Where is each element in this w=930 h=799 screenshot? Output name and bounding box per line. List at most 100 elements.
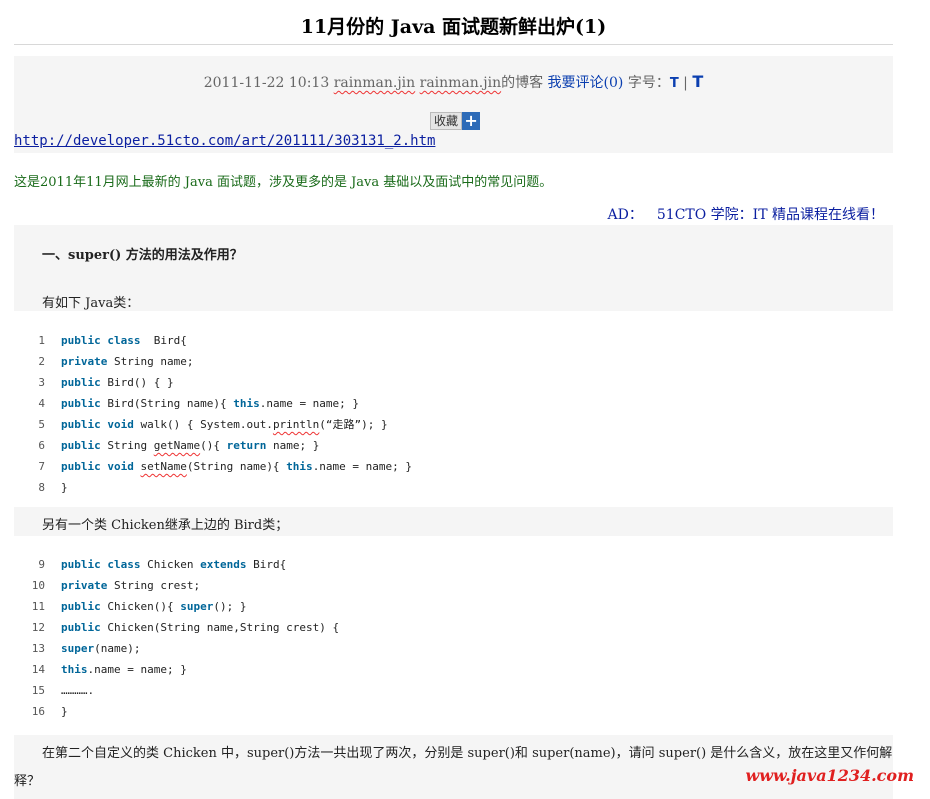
code-token: ………….: [61, 684, 95, 697]
collect-label: 收藏: [430, 112, 463, 130]
site-watermark: www.java1234.com: [745, 766, 914, 785]
line-number: 7: [38, 460, 45, 473]
code-token: (){: [200, 439, 227, 452]
code-line: 15 ………….: [14, 680, 94, 701]
code-token: (); }: [213, 600, 247, 613]
code-token: }: [61, 705, 68, 718]
page-title: 11月份的 Java 面试题新鲜出炉(1): [300, 16, 607, 38]
code-token: public class: [61, 334, 141, 347]
font-large-button[interactable]: T: [692, 72, 703, 91]
code-line: 4 public Bird(String name){ this.name = n…: [14, 393, 359, 414]
code-line: 2 private String name;: [14, 351, 193, 372]
code-line: 13 super(name);: [14, 638, 141, 659]
author-link[interactable]: rainman.jin: [334, 75, 415, 91]
code-token: (“走路”); }: [319, 418, 388, 431]
font-size-label: 字号：: [627, 75, 670, 91]
line-number: 14: [31, 663, 45, 676]
code-line: 11 public Chicken(){ super(); }: [14, 596, 247, 617]
code-line: 5 public void walk() { System.out.println…: [14, 414, 388, 435]
code-token: public: [61, 439, 101, 452]
code-token: Chicken(String name,String crest) {: [100, 621, 340, 634]
author-blog-link[interactable]: rainman.jin: [420, 75, 501, 91]
code-line: 6 public String getName(){ return name; }: [14, 435, 319, 456]
line-number: 13: [31, 642, 45, 655]
code-line: 8}: [14, 477, 68, 498]
code-token: extends: [200, 558, 247, 571]
code-line: 12 public Chicken(String name,String cres…: [14, 617, 339, 638]
line-number: 15: [31, 684, 45, 697]
article-intro: 这是2011年11月网上最新的 Java 面试题，涉及更多的是 Java 基础以…: [14, 175, 553, 190]
post-date: 2011-11-22 10:13: [203, 75, 330, 91]
code-token: name; }: [266, 439, 320, 452]
code-line: 9 public class Chicken extends Bird{: [14, 554, 286, 575]
code-token: Bird(String name){: [100, 397, 234, 410]
code-token: }: [61, 481, 68, 494]
line-number: 11: [31, 600, 45, 613]
line-number: 4: [38, 397, 45, 410]
code-token: public: [61, 397, 101, 410]
code-token: Bird{: [140, 334, 187, 347]
line-number: 8: [38, 481, 45, 494]
blog-suffix: 的博客: [501, 75, 544, 91]
article-meta-line: 2011-11-22 10:13 rainman.jin rainman.jin…: [14, 72, 893, 92]
code-token: Chicken: [140, 558, 201, 571]
code-token: (String name){: [186, 460, 287, 473]
code-line: 16}: [14, 701, 68, 722]
code-token: public: [61, 600, 101, 613]
ad-link[interactable]: 51CTO 学院：IT 精品课程在线看！: [657, 207, 884, 223]
code-token: public void: [61, 418, 134, 431]
section-heading-box: [14, 225, 893, 311]
collect-button[interactable]: 收藏 +: [430, 112, 481, 130]
font-separator: |: [683, 75, 688, 91]
ad-label: AD：: [607, 207, 643, 223]
line-number: 5: [38, 418, 45, 431]
code-token: public: [61, 621, 101, 634]
source-url-link[interactable]: http://developer.51cto.com/art/201111/30…: [14, 133, 435, 149]
code-token: return: [226, 439, 267, 452]
title-divider: [14, 44, 893, 45]
line-number: 6: [38, 439, 45, 452]
code-token: String: [100, 439, 154, 452]
code-token: public void: [61, 460, 134, 473]
code-token: this: [61, 663, 88, 676]
font-small-button[interactable]: T: [670, 76, 679, 91]
code-token: super: [61, 642, 95, 655]
ad-banner[interactable]: AD： 51CTO 学院：IT 精品课程在线看！: [608, 204, 884, 224]
code-token: setName: [140, 460, 187, 473]
code-line: 1 public class Bird{: [14, 330, 187, 351]
code-token: .name = name; }: [312, 460, 413, 473]
code-token: private: [61, 355, 108, 368]
code-line: 3 public Bird() { }: [14, 372, 174, 393]
code-token: .name = name; }: [87, 663, 187, 676]
code-line: 7 public void setName(String name){ this.…: [14, 456, 412, 477]
code-token: Chicken(){: [100, 600, 181, 613]
code-token: String name;: [107, 355, 194, 368]
line-number: 12: [31, 621, 45, 634]
line-number: 2: [38, 355, 45, 368]
code-token: println: [272, 418, 320, 431]
code-token: private: [61, 579, 108, 592]
section-heading: 一、super() 方法的用法及作用？: [42, 248, 243, 263]
code-token: Bird{: [246, 558, 287, 571]
paragraph-bird-intro: 有如下 Java类：: [42, 296, 140, 311]
line-number: 9: [38, 558, 45, 571]
code-token: walk() { System.out.: [133, 418, 273, 431]
comment-link[interactable]: 我要评论(0): [548, 75, 624, 91]
line-number: 10: [31, 579, 45, 592]
code-token: getName: [153, 439, 201, 452]
line-number: 3: [38, 376, 45, 389]
code-token: public: [61, 376, 101, 389]
code-token: super: [180, 600, 214, 613]
code-token: String crest;: [107, 579, 201, 592]
line-number: 16: [31, 705, 45, 718]
code-token: this: [233, 397, 260, 410]
code-token: Bird() { }: [100, 376, 174, 389]
plus-icon: +: [462, 112, 481, 130]
line-number: 1: [38, 334, 45, 347]
code-token: (name);: [94, 642, 141, 655]
code-token: public class: [61, 558, 141, 571]
paragraph-chicken-intro: 另有一个类 Chicken继承上边的 Bird类；: [42, 518, 289, 533]
code-line: 14 this.name = name; }: [14, 659, 187, 680]
code-token: this: [286, 460, 313, 473]
code-token: .name = name; }: [259, 397, 360, 410]
